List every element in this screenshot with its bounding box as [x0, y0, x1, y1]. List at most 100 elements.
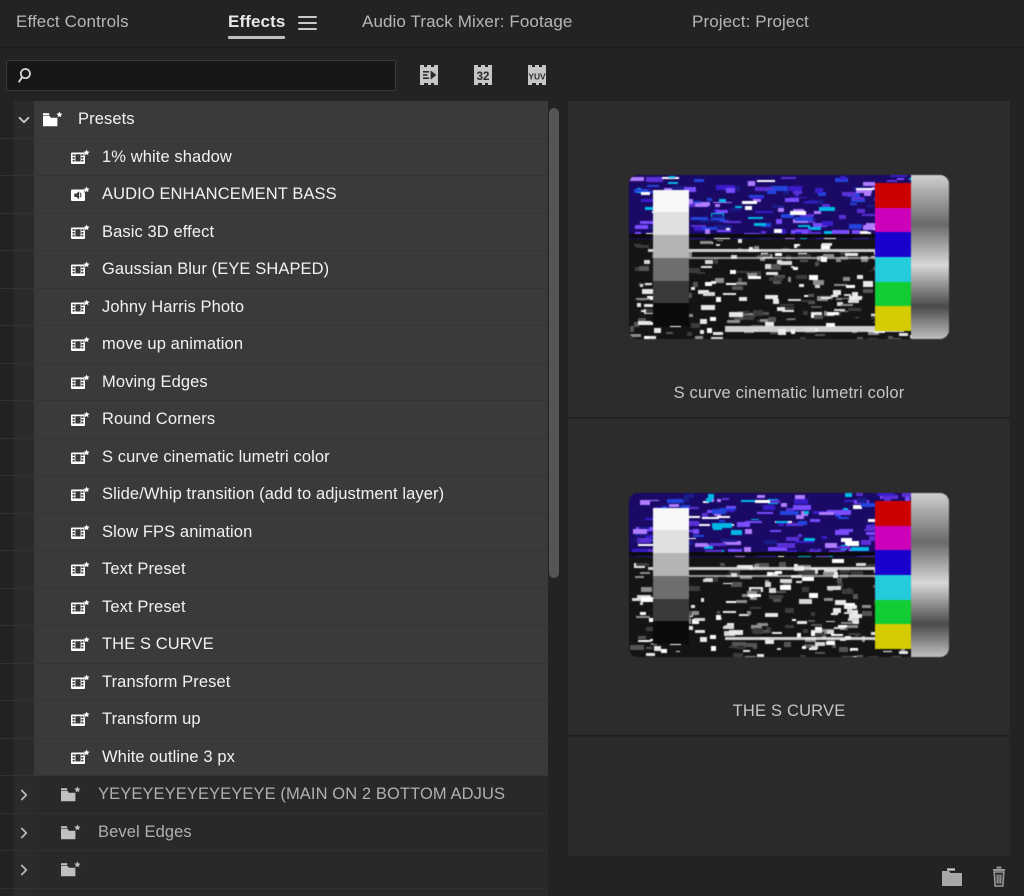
- tree-row-label: Transform up: [102, 710, 201, 728]
- video-frame-thumbnail: [629, 493, 949, 657]
- tree-row-label: Johny Harris Photo: [102, 297, 245, 316]
- video-preset-icon: [70, 598, 92, 618]
- tree-row-preset[interactable]: Text Preset: [0, 551, 548, 589]
- tree-row-label: Gaussian Blur (EYE SHAPED): [102, 260, 330, 278]
- tree-row-preset[interactable]: Moving Edges: [0, 363, 548, 401]
- tree-row-folder[interactable]: Bevel Edges: [0, 814, 548, 851]
- tree-row-label: Presets: [78, 110, 135, 128]
- tree-row-label: Text Preset: [102, 560, 186, 578]
- preview-caption: THE S CURVE: [732, 702, 846, 720]
- tab-effect-controls[interactable]: Effect Controls: [16, 12, 129, 32]
- 32-bit-color-filter-button[interactable]: 32: [471, 62, 501, 88]
- video-preset-icon: [70, 260, 92, 280]
- tree-scrollbar-track[interactable]: [548, 101, 560, 896]
- preset-folder-icon: [60, 860, 82, 880]
- effects-panel-bottom-bar: [561, 856, 1024, 896]
- tree-scrollbar-thumb[interactable]: [549, 108, 559, 578]
- chevron-down-icon[interactable]: [14, 101, 34, 138]
- video-preset-icon: [70, 748, 92, 768]
- tree-row-folder-partial[interactable]: [0, 851, 548, 889]
- video-frame-thumbnail: [629, 175, 949, 339]
- greyscale-wedge: [653, 189, 689, 326]
- effects-tree[interactable]: Presets 1% white shadow AUDIO ENHANCEMENT …: [0, 101, 560, 896]
- panel-tab-bar: Effect Controls Effects Audio Track Mixe…: [0, 0, 1024, 48]
- search-input[interactable]: [43, 61, 387, 90]
- tree-row-preset[interactable]: AUDIO ENHANCEMENT BASS: [0, 176, 548, 214]
- video-preset-icon: [70, 560, 92, 580]
- tab-effects[interactable]: Effects: [228, 12, 285, 32]
- tree-row-label: White outline 3 px: [102, 747, 235, 766]
- tree-row-preset[interactable]: Slow FPS animation: [0, 513, 548, 551]
- video-preset-icon: [70, 223, 92, 243]
- tab-audio-track-mixer[interactable]: Audio Track Mixer: Footage: [362, 12, 572, 32]
- tree-row-preset[interactable]: Johny Harris Photo: [0, 288, 548, 326]
- preset-folder-icon: [60, 785, 82, 805]
- tree-row-label: Bevel Edges: [98, 822, 192, 841]
- tree-row-label: move up animation: [102, 335, 244, 353]
- video-preset-icon: [70, 485, 92, 505]
- preset-preview-pane: S curve cinematic lumetri color THE S CUR…: [561, 101, 1024, 896]
- tree-row-label: YEYEYEYEYEYEYEYE (MAIN ON 2 BOTTOM ADJUS: [98, 785, 506, 803]
- tree-row-preset[interactable]: Transform up: [0, 701, 548, 739]
- video-preset-icon: [70, 635, 92, 655]
- chevron-right-icon[interactable]: [14, 814, 34, 851]
- color-bars: [875, 501, 911, 649]
- tree-row-label: Round Corners: [102, 410, 216, 428]
- tree-row-preset[interactable]: THE S CURVE: [0, 626, 548, 664]
- audio-preset-icon: [70, 185, 92, 205]
- trash-icon[interactable]: [985, 864, 1013, 890]
- video-preset-icon: [70, 710, 92, 730]
- tree-row-presets-root[interactable]: Presets: [0, 101, 548, 139]
- tree-row-label: 1% white shadow: [102, 147, 232, 166]
- tab-project[interactable]: Project: Project: [692, 12, 809, 32]
- video-preset-icon: [70, 410, 92, 430]
- thumbnail-right-patch: [911, 493, 949, 657]
- tree-row-preset[interactable]: Round Corners: [0, 401, 548, 439]
- folder-icon[interactable]: [938, 864, 966, 890]
- tree-row-label: S curve cinematic lumetri color: [102, 447, 330, 466]
- video-preset-icon: [70, 373, 92, 393]
- tree-row-preset[interactable]: Slide/Whip transition (add to adjustment…: [0, 476, 548, 514]
- tree-row-label: Slide/Whip transition (add to adjustment…: [102, 485, 445, 503]
- video-preset-icon: [70, 448, 92, 468]
- greyscale-wedge: [653, 507, 689, 644]
- preset-folder-icon: [60, 823, 82, 843]
- tree-row-preset[interactable]: S curve cinematic lumetri color: [0, 438, 548, 476]
- preview-caption: S curve cinematic lumetri color: [673, 384, 905, 402]
- tree-row-label: AUDIO ENHANCEMENT BASS: [102, 185, 337, 203]
- video-preset-icon: [70, 148, 92, 168]
- tree-row-label: Slow FPS animation: [102, 522, 253, 541]
- tree-row-folder[interactable]: YEYEYEYEYEYEYEYE (MAIN ON 2 BOTTOM ADJUS: [0, 776, 548, 814]
- presets-folder-icon: [42, 110, 64, 130]
- video-preset-icon: [70, 523, 92, 543]
- video-preset-icon: [70, 298, 92, 318]
- chevron-right-icon[interactable]: [14, 776, 34, 813]
- tree-row-preset[interactable]: move up animation: [0, 326, 548, 364]
- accelerated-effects-filter-button[interactable]: [417, 62, 447, 88]
- tree-row-preset[interactable]: Gaussian Blur (EYE SHAPED): [0, 251, 548, 289]
- tree-row-preset[interactable]: Transform Preset: [0, 663, 548, 701]
- tree-row-label: THE S CURVE: [102, 635, 214, 653]
- yuv-label: YUV: [528, 72, 546, 82]
- preview-card[interactable]: THE S CURVE: [568, 419, 1010, 736]
- tree-row-preset[interactable]: 1% white shadow: [0, 138, 548, 176]
- tree-row-preset[interactable]: Text Preset: [0, 588, 548, 626]
- chevron-right-icon[interactable]: [14, 851, 34, 888]
- video-preset-icon: [70, 673, 92, 693]
- hamburger-menu-icon[interactable]: [298, 16, 317, 30]
- tree-row-preset[interactable]: Basic 3D effect: [0, 213, 548, 251]
- active-tab-underline: [228, 36, 285, 39]
- tree-row-label: Text Preset: [102, 597, 186, 616]
- tree-row-label: Basic 3D effect: [102, 222, 215, 241]
- video-preset-icon: [70, 335, 92, 355]
- tree-row-label: Transform Preset: [102, 672, 231, 691]
- thumbnail-right-patch: [911, 175, 949, 339]
- preview-card[interactable]: S curve cinematic lumetri color: [568, 101, 1010, 418]
- 32-bit-label: 32: [477, 71, 490, 83]
- tree-row-label: Moving Edges: [102, 372, 208, 391]
- search-field[interactable]: [6, 60, 396, 91]
- color-bars: [875, 183, 911, 331]
- yuv-color-filter-button[interactable]: YUV: [525, 62, 555, 88]
- tree-row-preset[interactable]: White outline 3 px: [0, 738, 548, 776]
- search-icon: [18, 67, 36, 85]
